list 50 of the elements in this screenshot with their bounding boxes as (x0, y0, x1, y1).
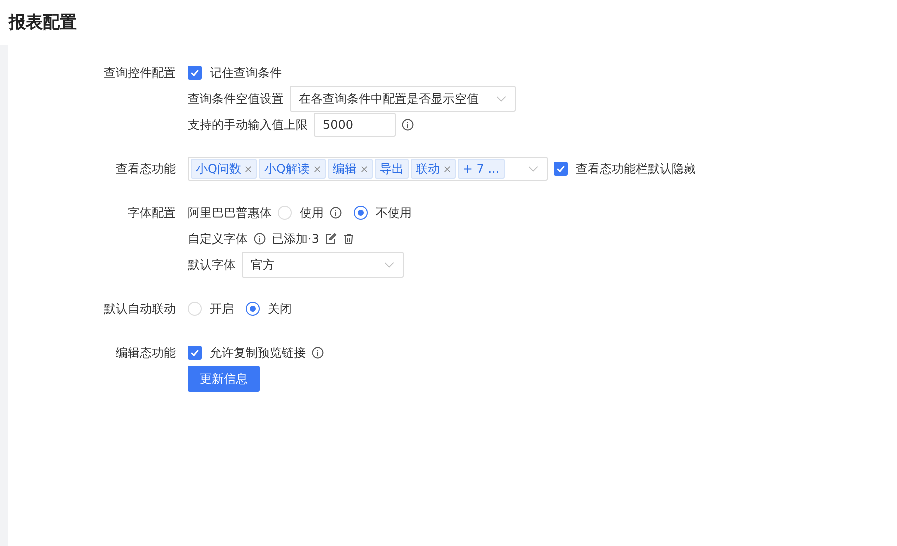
feature-tag[interactable]: 小Q问数 (191, 159, 258, 179)
info-icon (312, 347, 324, 359)
feature-tag[interactable]: 联动 (410, 159, 456, 179)
close-icon[interactable] (314, 166, 321, 172)
close-icon[interactable] (444, 166, 451, 172)
radio-button[interactable] (246, 302, 260, 316)
checkbox-label: 允许复制预览链接 (210, 345, 306, 362)
radio-label: 不使用 (376, 205, 412, 222)
radio-label: 关闭 (268, 301, 292, 318)
radio-label: 使用 (300, 205, 324, 222)
radio-label: 开启 (210, 301, 234, 318)
feature-tag[interactable]: 编辑 (328, 159, 373, 179)
info-icon (254, 233, 266, 245)
check-icon (190, 68, 200, 78)
field-label: 阿里巴巴普惠体 (188, 205, 272, 222)
font-count: 已添加·3 (272, 231, 320, 248)
page-title: 报表配置 (9, 12, 77, 34)
checkbox[interactable] (554, 162, 568, 176)
feature-tag[interactable]: 导出 (374, 159, 409, 179)
checkbox[interactable] (188, 346, 202, 360)
checkbox-label: 查看态功能栏默认隐藏 (576, 161, 696, 178)
feature-multiselect[interactable]: 小Q问数 小Q解读 编辑 导出 联动 + 7 ... (188, 157, 548, 181)
empty-value-select[interactable]: 在各查询条件中配置是否显示空值 (290, 86, 516, 112)
default-font-select[interactable]: 官方 (242, 252, 404, 278)
field-label: 字体配置 (127, 205, 177, 222)
edit-icon[interactable] (325, 233, 338, 245)
checkbox-label: 记住查询条件 (210, 65, 282, 82)
checkbox[interactable] (188, 66, 202, 80)
close-icon[interactable] (360, 166, 368, 172)
field-label: 默认字体 (188, 257, 236, 274)
update-button[interactable]: 更新信息 (188, 366, 260, 392)
field-label: 查询条件空值设置 (188, 91, 284, 108)
field-label: 默认自动联动 (103, 301, 177, 318)
feature-tag[interactable]: 小Q解读 (259, 159, 326, 179)
caret-icon (496, 96, 507, 102)
delete-icon[interactable] (343, 233, 356, 245)
check-icon (190, 348, 200, 358)
check-icon (556, 164, 566, 174)
radio-button[interactable] (354, 206, 368, 220)
caret-icon (384, 262, 395, 268)
field-label: 自定义字体 (188, 231, 248, 248)
field-label: 编辑态功能 (115, 345, 177, 362)
close-icon[interactable] (245, 166, 252, 172)
input-field[interactable]: 5000 (314, 113, 396, 137)
info-icon (402, 119, 414, 131)
field-label: 查询控件配置 (103, 65, 177, 82)
caret-icon (528, 166, 539, 173)
field-label: 查看态功能 (115, 161, 177, 178)
feature-tag[interactable]: + 7 ... (458, 159, 505, 179)
field-label: 支持的手动输入值上限 (188, 117, 308, 134)
